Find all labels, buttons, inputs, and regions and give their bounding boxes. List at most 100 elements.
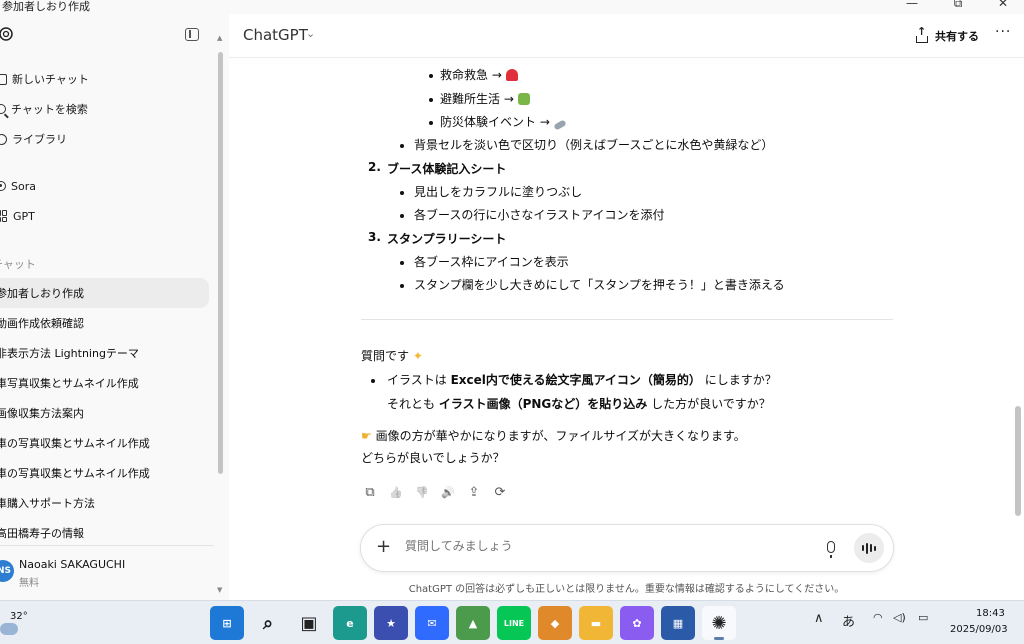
sidebar-scrollbar[interactable]: ▲ [217, 34, 224, 474]
chat-history-item[interactable]: 車購入サポート方法 [0, 488, 229, 518]
model-selector[interactable]: ChatGPT [243, 26, 308, 44]
chat-history-item[interactable]: 車の写真収集とサムネイル作成 [0, 428, 229, 458]
share-button[interactable]: 共有する [915, 25, 979, 46]
prompt-input[interactable] [405, 539, 785, 553]
store-icon[interactable]: ▦ [661, 606, 695, 640]
start-icon[interactable]: ⊞ [210, 606, 244, 640]
list-item: 防災体験イベント → [440, 113, 567, 131]
list-bullet [400, 284, 404, 288]
read-aloud-icon[interactable]: 🔊 [440, 485, 456, 501]
taskbar-apps: ⊞ ⌕ ▣ e ★ ✉ ▲ LINE ◆ ▬ ✿ ▦ ✺ [210, 606, 736, 640]
copy-icon[interactable]: ⧉ [362, 485, 378, 501]
battery-icon[interactable]: ▭ [918, 611, 928, 624]
chat-history-item[interactable]: 非表示方法 Lightningテーマ [0, 338, 229, 368]
chat-history-item[interactable]: 高田橋寿子の情報 [0, 518, 229, 548]
chat-history-item[interactable]: 動画作成依頼確認 [0, 308, 229, 338]
photo-app-icon[interactable]: ▲ [456, 606, 490, 640]
chat-history-list: 参加者しおり作成 動画作成依頼確認 非表示方法 Lightningテーマ 車写真… [0, 278, 229, 548]
user-profile[interactable]: NS Naoaki SAKAGUCHI 無料 [0, 554, 214, 590]
game-app-icon[interactable]: ★ [374, 606, 408, 640]
wifi-icon[interactable]: ◠ [873, 611, 883, 624]
list-item: 背景セルを淡い色で区切り（例えばブースごとに水色や黄緑など） [414, 138, 774, 152]
clock-time[interactable]: 18:43 [976, 608, 1005, 619]
sidebar-item-library[interactable]: ライブラリ [0, 127, 67, 151]
chat-history-item[interactable]: 車の写真収集とサムネイル作成 [0, 458, 229, 488]
sidebar-toggle-icon[interactable] [185, 28, 199, 41]
list-item: 各ブース枠にアイコンを表示 [414, 255, 569, 269]
search-icon [0, 104, 6, 114]
minimize-button[interactable]: — [889, 0, 935, 10]
sidebar-divider [0, 545, 214, 546]
openai-logo-icon[interactable] [0, 26, 14, 42]
note-line: ☛ 画像の方が華やかになりますが、ファイルサイズが大きくなります。 [361, 429, 746, 443]
list-bullet [429, 74, 433, 78]
sidebar-item-label: チャットを検索 [11, 103, 88, 116]
edge-icon[interactable]: e [333, 606, 367, 640]
list-item: 各ブースの行に小さなイラストアイコンを添付 [414, 208, 665, 222]
list-bullet [371, 379, 375, 383]
list-bullet [400, 144, 404, 148]
question-intro: 質問です ✦ [361, 349, 423, 363]
line-icon[interactable]: LINE [497, 606, 531, 640]
chatgpt-taskbar-icon[interactable]: ✺ [702, 606, 736, 640]
final-question: どちらが良いでしょうか？ [361, 451, 505, 465]
chat-scroll-thumb[interactable] [1015, 406, 1021, 516]
more-options-icon[interactable]: ··· [995, 24, 1011, 40]
ime-indicator[interactable]: あ [842, 611, 855, 630]
sidebar-item-label: Sora [11, 179, 36, 193]
sidebar: 新しいチャット チャットを検索 ライブラリ Sora GPT チャット 参加者し… [0, 14, 229, 600]
question-option-1: イラストは Excel内で使える絵文字風アイコン（簡易的） にしますか？ [387, 373, 777, 387]
message-divider [361, 319, 893, 320]
chat-scrollbar[interactable] [1014, 70, 1022, 540]
chat-header: ChatGPT ⌄ 共有する ··· [229, 14, 1024, 58]
share-label: 共有する [935, 30, 979, 43]
list-bullet [429, 98, 433, 102]
thumbs-down-icon[interactable]: 👎 [414, 485, 430, 501]
task-view-icon[interactable]: ▣ [292, 606, 326, 640]
share-icon[interactable]: ⇪ [466, 485, 482, 501]
list-number: 3. [368, 230, 381, 244]
list-item: スタンプ欄を少し大きめにして「スタンプを押そう！」と書き添える [414, 278, 785, 292]
pointing-hand-emoji: ☛ [361, 429, 372, 443]
sidebar-item-new-chat[interactable]: 新しいチャット [0, 67, 89, 91]
voice-mode-button[interactable] [854, 533, 884, 563]
list-bullet [400, 214, 404, 218]
restore-button[interactable]: ⧉ [935, 0, 981, 11]
section-heading: スタンプラリーシート [387, 232, 507, 246]
scroll-down-arrow-icon[interactable]: ▼ [217, 586, 222, 594]
regenerate-icon[interactable]: ⟳ [492, 485, 508, 501]
list-bullet [400, 261, 404, 265]
orange-app-icon[interactable]: ◆ [538, 606, 572, 640]
sidebar-item-gpt[interactable]: GPT [0, 204, 35, 228]
window-title: 参加者しおり作成 [2, 0, 90, 13]
messenger-icon[interactable]: ✉ [415, 606, 449, 640]
chevron-down-icon[interactable]: ⌄ [306, 27, 315, 40]
sidebar-item-sora[interactable]: Sora [0, 174, 36, 198]
close-button[interactable]: ✕ [980, 0, 1024, 10]
chat-history-item[interactable]: 車写真収集とサムネイル作成 [0, 368, 229, 398]
windows-taskbar: 32° ⊞ ⌕ ▣ e ★ ✉ ▲ LINE ◆ ▬ ✿ ▦ ✺ ∧ あ ◠ ◁) ▭ 18:43 20… [0, 600, 1024, 644]
sidebar-item-label: GPT [13, 209, 35, 223]
attach-plus-icon[interactable]: + [376, 536, 391, 557]
clock-date[interactable]: 2025/09/03 [950, 624, 1008, 635]
chat-history-item[interactable]: 画像収集方法案内 [0, 398, 229, 428]
thumbs-up-icon[interactable]: 👍 [388, 485, 404, 501]
volume-icon[interactable]: ◁) [893, 611, 906, 624]
chat-history-item[interactable]: 参加者しおり作成 [0, 278, 209, 308]
disclaimer: ChatGPT の回答は必ずしも正しいとは限りません。重要な情報は確認するように… [408, 584, 845, 595]
message-composer: + [360, 524, 894, 572]
sidebar-scroll-thumb[interactable] [218, 52, 223, 474]
search-icon[interactable]: ⌕ [251, 606, 285, 640]
list-item: 救命救急 → [440, 66, 518, 83]
rescue-helmet-emoji [505, 69, 518, 81]
tray-chevron-icon[interactable]: ∧ [814, 611, 824, 626]
weather-widget[interactable]: 32° [0, 605, 40, 641]
gpt-grid-icon [0, 210, 8, 222]
sidebar-item-label: ライブラリ [12, 133, 67, 146]
copilot-icon[interactable]: ✿ [620, 606, 654, 640]
question-option-2: それとも イラスト画像（PNGなど）を貼り込み した方が良いですか？ [387, 397, 771, 411]
scroll-up-arrow-icon[interactable]: ▲ [217, 34, 222, 42]
file-explorer-icon[interactable]: ▬ [579, 606, 613, 640]
sidebar-item-search-chats[interactable]: チャットを検索 [0, 97, 88, 121]
microphone-icon[interactable] [827, 541, 835, 558]
